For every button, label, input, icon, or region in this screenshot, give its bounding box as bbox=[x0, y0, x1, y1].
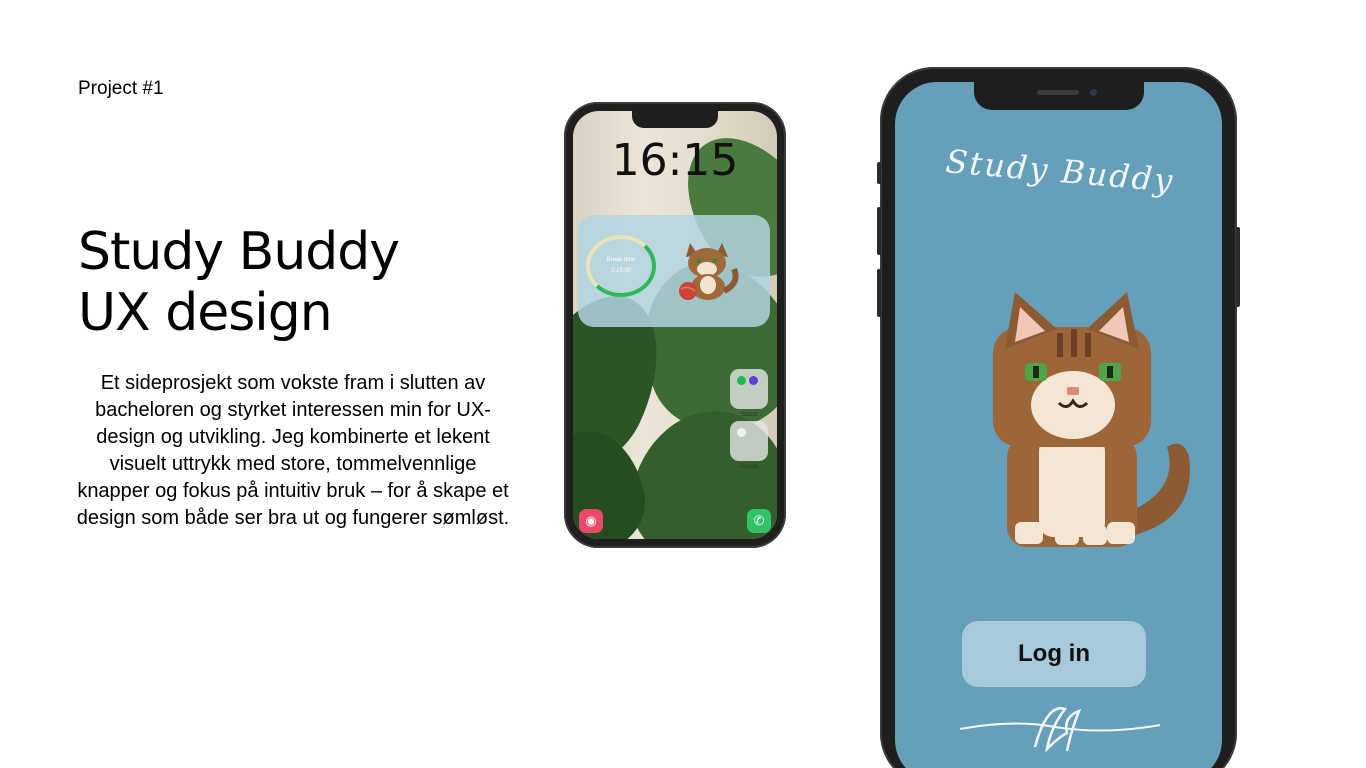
project-description: Et sideprosjekt som vokste fram i slutte… bbox=[76, 372, 510, 529]
app-folder-google[interactable] bbox=[730, 421, 768, 461]
phone-mockup-lockscreen: 16:15 Break time 0:15:00 Social Google ◉… bbox=[564, 102, 786, 548]
page-title: Study Buddy UX design bbox=[78, 222, 400, 344]
camera-icon[interactable]: ◉ bbox=[579, 509, 603, 533]
signature-logo-icon bbox=[959, 707, 1161, 753]
app-icon bbox=[737, 376, 746, 385]
phone-notch bbox=[632, 111, 718, 128]
volume-button bbox=[877, 207, 881, 255]
login-screen: Study Buddy Log in bbox=[895, 82, 1222, 768]
app-title: Study Buddy bbox=[944, 142, 1176, 200]
pixel-cat-icon bbox=[993, 292, 1190, 547]
login-button[interactable]: Log in bbox=[962, 621, 1146, 687]
volume-button bbox=[877, 269, 881, 317]
phone-mockup-app: Study Buddy Log in bbox=[877, 67, 1240, 768]
app-icon bbox=[737, 428, 746, 437]
title-line-2: UX design bbox=[78, 283, 333, 343]
speaker bbox=[1037, 90, 1079, 95]
volume-button bbox=[877, 162, 881, 184]
title-line-1: Study Buddy bbox=[78, 222, 400, 282]
timer-value: 0:15:00 bbox=[610, 268, 632, 274]
cat-with-yarn-icon bbox=[679, 243, 739, 300]
phone-notch bbox=[974, 82, 1144, 110]
app-icon bbox=[749, 376, 758, 385]
lockscreen: 16:15 Break time 0:15:00 Social Google ◉… bbox=[573, 111, 777, 539]
timer-label: Break time bbox=[606, 257, 636, 263]
folder-label: Google bbox=[739, 464, 759, 470]
folder-label: Social bbox=[740, 412, 758, 418]
timer-ring: Break time 0:15:00 bbox=[586, 235, 656, 297]
phone-icon[interactable]: ✆ bbox=[747, 509, 771, 533]
study-timer-widget[interactable]: Break time 0:15:00 bbox=[578, 215, 770, 327]
lockscreen-clock: 16:15 bbox=[611, 135, 739, 186]
project-label: Project #1 bbox=[78, 78, 164, 99]
app-folder-social[interactable] bbox=[730, 369, 768, 409]
power-button bbox=[1236, 227, 1240, 307]
front-camera bbox=[1090, 89, 1097, 96]
